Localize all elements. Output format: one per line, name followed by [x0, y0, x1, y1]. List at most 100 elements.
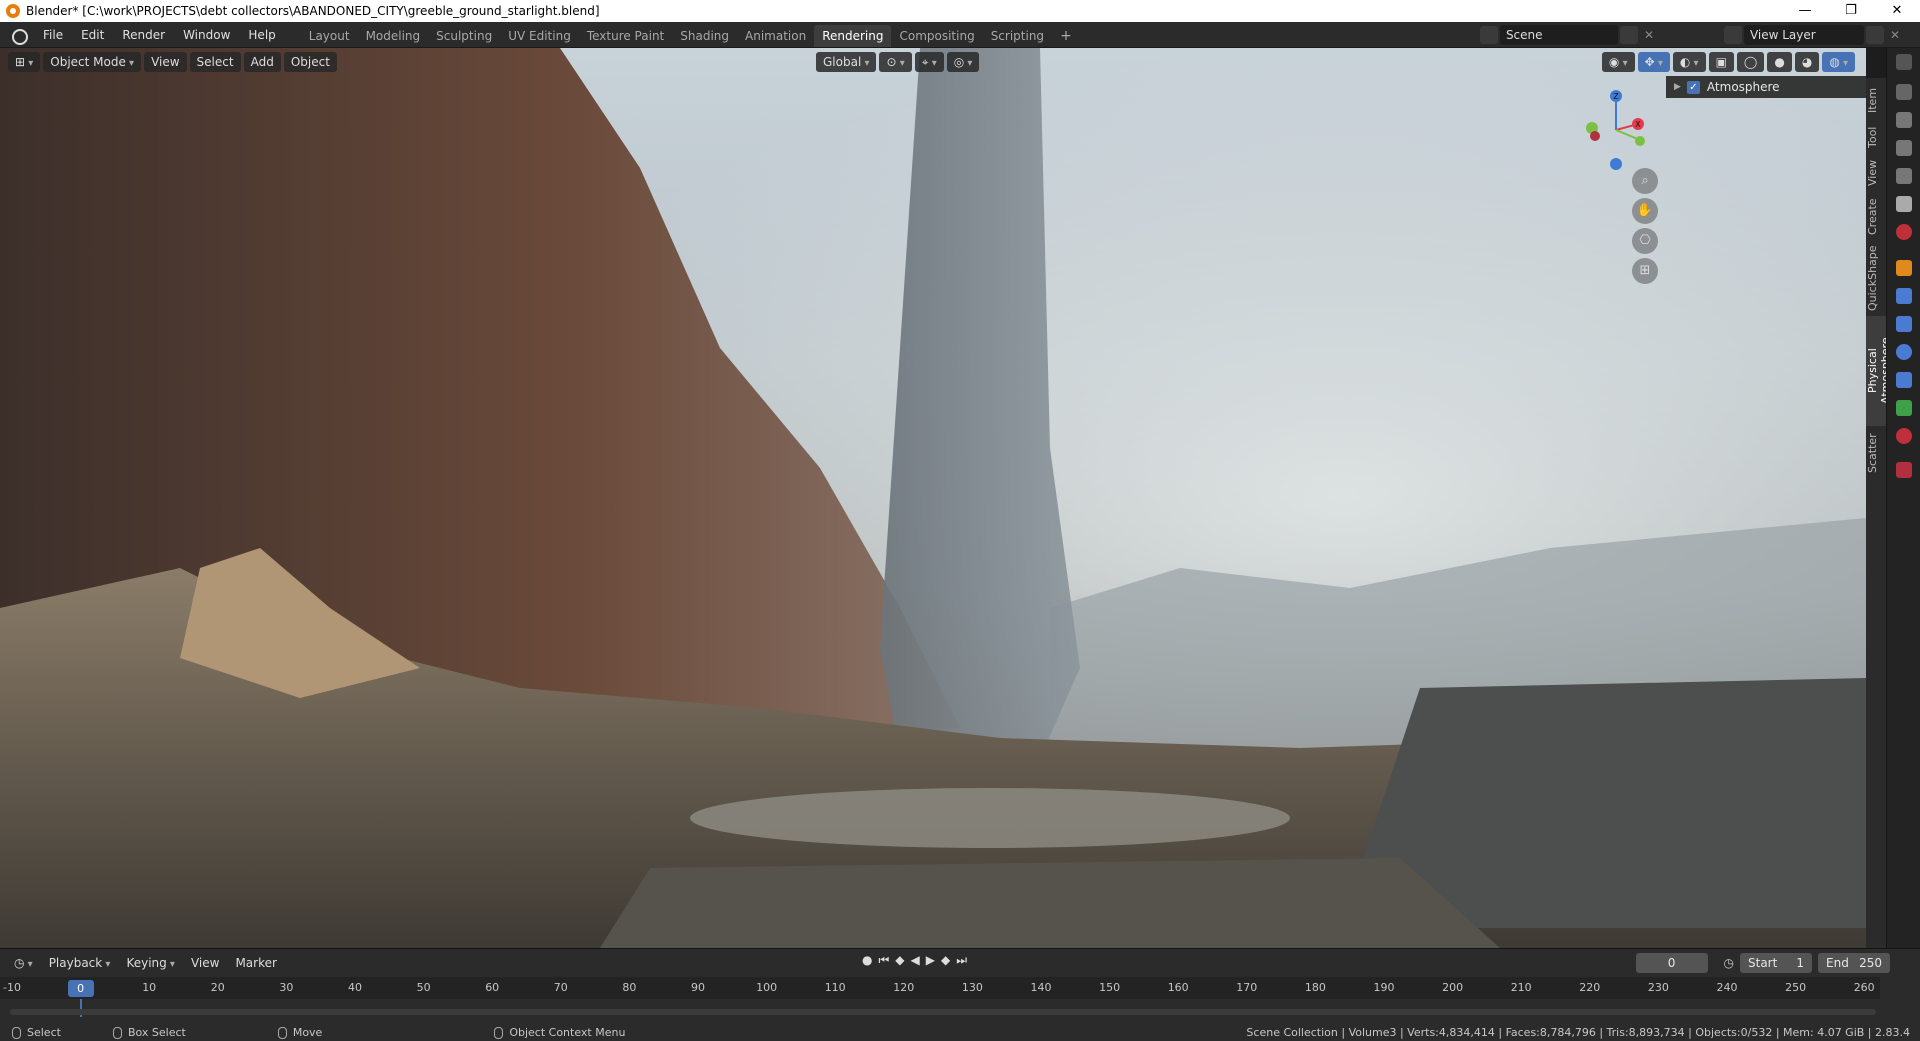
physics-properties-icon[interactable]: [1896, 344, 1912, 360]
material-properties-icon[interactable]: [1896, 428, 1912, 444]
tab-uv-editing[interactable]: UV Editing: [500, 25, 579, 47]
proportional-editing-icon[interactable]: ◎: [946, 52, 980, 72]
prev-keyframe-icon[interactable]: ◆: [895, 953, 904, 968]
close-button[interactable]: ✕: [1874, 0, 1920, 22]
new-scene-icon[interactable]: [1619, 26, 1638, 44]
wireframe-shading-icon[interactable]: ◯: [1736, 52, 1765, 72]
visibility-icon[interactable]: ◉: [1601, 52, 1635, 72]
neg-z-axis-icon[interactable]: [1610, 158, 1622, 170]
minimize-button[interactable]: —: [1782, 0, 1828, 22]
tab-layout[interactable]: Layout: [301, 25, 358, 47]
next-keyframe-icon[interactable]: ◆: [941, 953, 950, 968]
playback-menu[interactable]: Playback: [41, 956, 119, 970]
tab-texture-paint[interactable]: Texture Paint: [579, 25, 672, 47]
tab-rendering[interactable]: Rendering: [814, 24, 892, 47]
snap-icon[interactable]: ⌖: [914, 52, 944, 72]
active-tool-icon[interactable]: [1896, 84, 1912, 100]
current-frame-field[interactable]: 0: [1635, 953, 1708, 973]
modifier-properties-icon[interactable]: [1896, 288, 1912, 304]
maximize-button[interactable]: ❐: [1828, 0, 1874, 22]
menu-file[interactable]: File: [34, 22, 72, 48]
tab-sculpting[interactable]: Sculpting: [428, 25, 500, 47]
view-layer-icon[interactable]: [1723, 26, 1742, 44]
sidebar-tab-view[interactable]: View: [1866, 156, 1886, 190]
remove-scene-icon[interactable]: ✕: [1644, 28, 1654, 42]
play-icon[interactable]: ▶: [926, 953, 935, 968]
current-frame-marker[interactable]: 0: [67, 980, 94, 997]
view-layer-name-field[interactable]: View Layer: [1743, 25, 1864, 45]
perspective-toggle-icon[interactable]: ⊞: [1632, 258, 1658, 284]
viewport-add-menu[interactable]: Add: [243, 52, 281, 72]
particles-properties-icon[interactable]: [1896, 316, 1912, 332]
menu-window[interactable]: Window: [174, 22, 239, 48]
output-properties-icon[interactable]: [1896, 140, 1912, 156]
viewport-select-menu[interactable]: Select: [189, 52, 241, 72]
viewport-object-menu[interactable]: Object: [283, 52, 337, 72]
keying-menu[interactable]: Keying: [118, 956, 183, 970]
y-axis-icon[interactable]: [1635, 136, 1645, 146]
new-view-layer-icon[interactable]: [1865, 26, 1884, 44]
tab-shading[interactable]: Shading: [672, 25, 737, 47]
sidebar-tab-quickshape[interactable]: QuickShape: [1866, 244, 1886, 312]
atmosphere-checkbox[interactable]: ✓: [1686, 80, 1700, 94]
world-properties-icon[interactable]: [1896, 224, 1912, 240]
rendered-shading-icon[interactable]: ◍: [1822, 52, 1855, 72]
scene-properties-icon[interactable]: [1896, 196, 1912, 212]
expand-arrow-icon[interactable]: ▶: [1674, 82, 1681, 92]
camera-view-icon[interactable]: ⎔: [1632, 228, 1658, 254]
neg-x-axis-icon[interactable]: [1590, 131, 1600, 141]
end-frame-field[interactable]: End 250: [1818, 953, 1890, 973]
object-properties-icon[interactable]: [1896, 260, 1912, 276]
tab-animation[interactable]: Animation: [737, 25, 814, 47]
transform-orientation-dropdown[interactable]: Global: [816, 52, 877, 72]
view-layer-properties-icon[interactable]: [1896, 168, 1912, 184]
pivot-point-icon[interactable]: ⊙: [879, 52, 912, 72]
frame-ruler[interactable]: -10 0 10 20 30 40 50 60 70 80 90 100 110 120 130 140 150…: [0, 977, 1880, 999]
overlay-toggle-icon[interactable]: ◐: [1672, 52, 1706, 72]
constraints-properties-icon[interactable]: [1896, 372, 1912, 388]
editor-type-button[interactable]: ⊞: [8, 52, 41, 72]
record-icon[interactable]: ●: [862, 953, 872, 968]
outliner-row[interactable]: ▶ ✓ Atmosphere: [1666, 76, 1866, 98]
menu-edit[interactable]: Edit: [72, 22, 113, 48]
blender-menu-icon[interactable]: [10, 27, 28, 45]
jump-start-icon[interactable]: ⏮: [878, 953, 889, 968]
pan-hand-icon[interactable]: ✋: [1632, 198, 1658, 224]
texture-properties-icon[interactable]: [1896, 462, 1912, 478]
tool-properties-icon[interactable]: [1896, 54, 1912, 70]
remove-view-layer-icon[interactable]: ✕: [1890, 28, 1900, 42]
tab-compositing[interactable]: Compositing: [891, 25, 982, 47]
scene-name-field[interactable]: Scene: [1499, 25, 1618, 45]
sidebar-tab-scatter[interactable]: Scatter: [1866, 430, 1886, 476]
menu-render[interactable]: Render: [113, 22, 174, 48]
render-properties-icon[interactable]: [1896, 112, 1912, 128]
frame-tick-label: 40: [348, 981, 362, 994]
sidebar-tab-item[interactable]: Item: [1866, 82, 1886, 118]
data-properties-icon[interactable]: [1896, 400, 1912, 416]
timeline-scrollbar[interactable]: [10, 1009, 1876, 1015]
navigation-gizmo[interactable]: Z X: [1580, 84, 1650, 174]
add-workspace-button[interactable]: +: [1052, 25, 1080, 47]
play-reverse-icon[interactable]: ◀: [911, 953, 920, 968]
sidebar-tab-physical-atmosphere[interactable]: Physical Atmosphere: [1866, 316, 1892, 426]
xray-toggle-icon[interactable]: ▣: [1708, 52, 1734, 72]
sidebar-tab-create[interactable]: Create: [1866, 194, 1886, 240]
scene-icon[interactable]: [1479, 26, 1498, 44]
viewport-view-menu[interactable]: View: [144, 52, 187, 72]
timeline-view-menu[interactable]: View: [183, 956, 227, 970]
3d-viewport[interactable]: ⊞ Object Mode View Select Add Object Glo…: [0, 48, 1866, 948]
jump-end-icon[interactable]: ⏭: [956, 953, 967, 968]
material-shading-icon[interactable]: ◕: [1794, 52, 1820, 72]
tab-modeling[interactable]: Modeling: [358, 25, 429, 47]
start-frame-field[interactable]: Start 1: [1740, 953, 1812, 973]
object-mode-dropdown[interactable]: Object Mode: [43, 52, 142, 72]
sidebar-tab-tool[interactable]: Tool: [1866, 122, 1886, 152]
zoom-icon[interactable]: ⌕: [1632, 168, 1658, 194]
timeline-editor-type-icon[interactable]: ◷: [6, 956, 41, 970]
menu-help[interactable]: Help: [239, 22, 284, 48]
preview-range-icon[interactable]: ◷: [1724, 956, 1734, 970]
solid-shading-icon[interactable]: ●: [1767, 52, 1792, 72]
gizmo-toggle-icon[interactable]: ✥: [1637, 52, 1670, 72]
marker-menu[interactable]: Marker: [227, 956, 284, 970]
tab-scripting[interactable]: Scripting: [983, 25, 1052, 47]
